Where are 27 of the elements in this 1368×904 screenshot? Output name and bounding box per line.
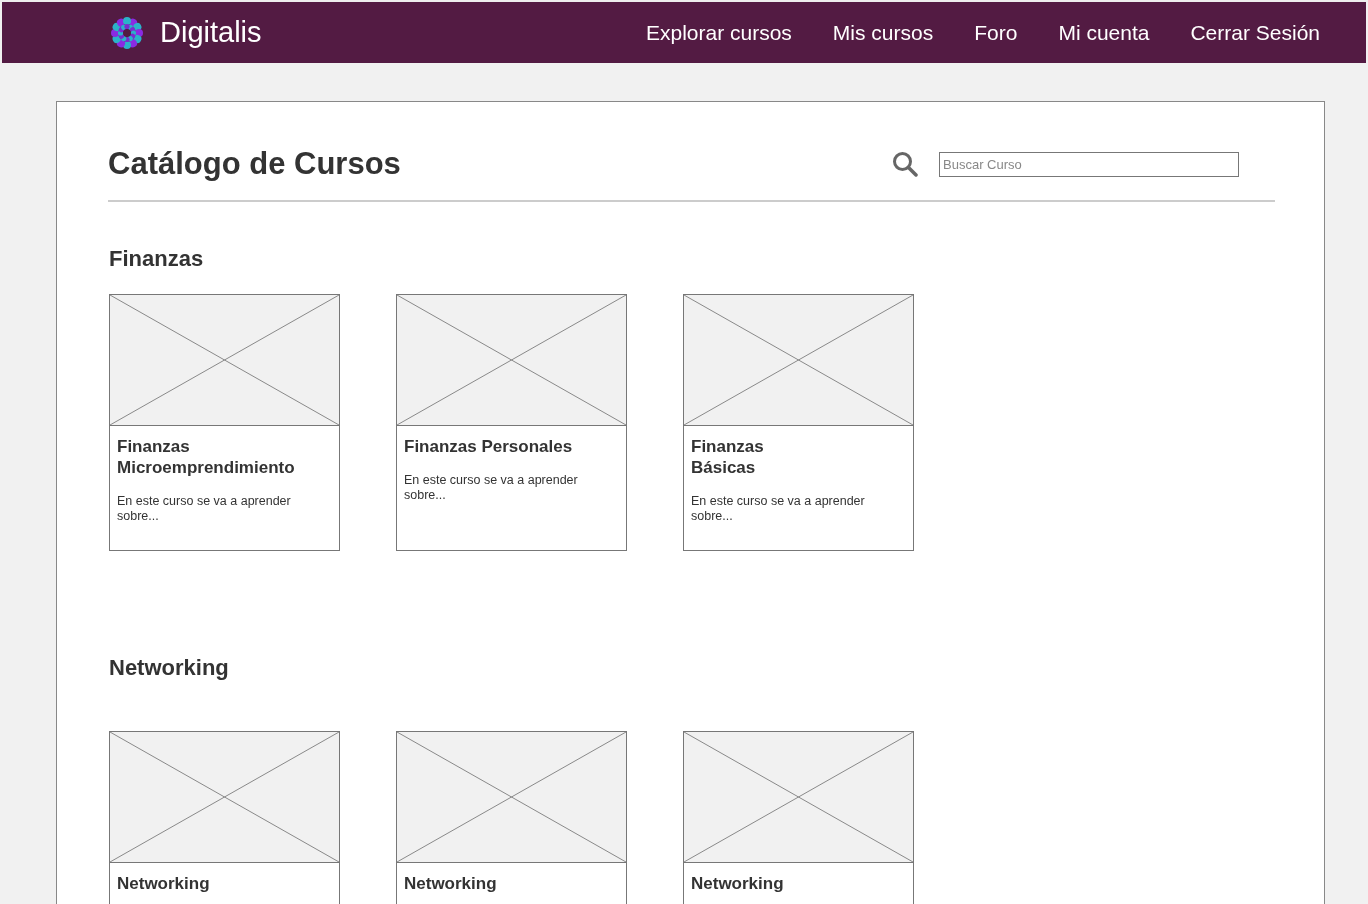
nav-link[interactable]: Explorar cursos xyxy=(645,20,792,45)
section-title: Networking xyxy=(109,655,230,681)
course-title: Networking xyxy=(404,873,498,894)
nav-link[interactable]: Mis cursos xyxy=(832,20,934,45)
course-card[interactable]: Finanzas Básicas En este curso se va a aprender sobre... xyxy=(683,294,914,551)
logo-icon xyxy=(110,15,144,50)
course-card[interactable]: Networking xyxy=(109,731,340,904)
search-field[interactable]: Buscar Curso xyxy=(939,151,1239,177)
search-icon[interactable] xyxy=(892,151,918,177)
course-card[interactable]: Finanzas Personales En este curso se va a aprender sobre... xyxy=(396,294,627,551)
course-title: Networking xyxy=(691,873,785,894)
section-title: Finanzas xyxy=(109,246,205,272)
course-title: Finanzas Personales xyxy=(404,436,574,457)
course-description: En este curso se va a aprender sobre... xyxy=(404,473,579,503)
course-description: En este curso se va a aprender sobre... xyxy=(117,494,292,524)
course-title: Networking xyxy=(117,873,211,894)
nav-link[interactable]: Foro xyxy=(974,20,1018,45)
course-title: Finanzas Microemprendimiento xyxy=(117,436,296,478)
course-card[interactable]: Networking xyxy=(683,731,914,904)
course-card[interactable]: Finanzas Microemprendimiento En este curso se va a aprender sobre... xyxy=(109,294,340,551)
nav-link[interactable]: Cerrar Sesión xyxy=(1190,20,1320,45)
course-title: Finanzas Básicas xyxy=(691,436,765,478)
course-card[interactable]: Networking xyxy=(396,731,627,904)
course-description: En este curso se va a aprender sobre... xyxy=(691,494,866,524)
page-title: Catálogo de Cursos xyxy=(108,146,401,182)
brand-name[interactable]: Digitalis xyxy=(160,16,262,49)
nav-link[interactable]: Mi cuenta xyxy=(1058,20,1150,45)
